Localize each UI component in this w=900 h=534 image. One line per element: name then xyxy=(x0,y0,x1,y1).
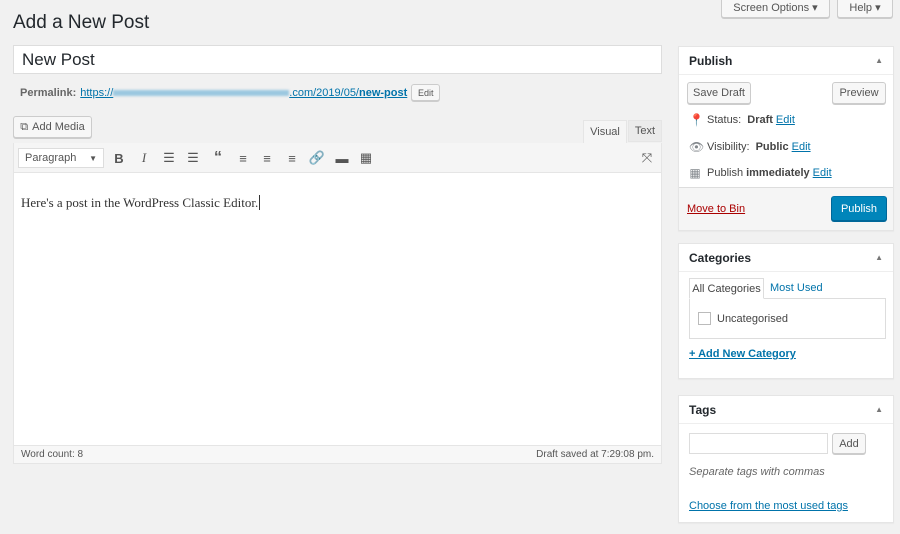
visibility-value: Public xyxy=(755,141,789,153)
choose-tags-link[interactable]: Choose from the most used tags xyxy=(689,500,848,512)
add-tag-button[interactable]: Add xyxy=(832,433,866,454)
tab-all-categories[interactable]: All Categories xyxy=(689,278,764,299)
read-more-icon[interactable]: ▬ xyxy=(334,150,350,166)
help-button[interactable]: Help ▾ xyxy=(837,0,893,18)
screen-options-button[interactable]: Screen Options ▾ xyxy=(721,0,830,18)
publish-box: Publish ▲ Save Draft Preview 📍 Status: Draf… xyxy=(678,46,894,231)
numbered-list-icon[interactable]: ☰ xyxy=(185,150,201,166)
tags-header[interactable]: Tags ▲ xyxy=(679,396,893,424)
collapse-icon[interactable]: ▲ xyxy=(875,56,883,65)
schedule-row: ▦ Publish immediately Edit xyxy=(689,166,832,180)
bold-icon[interactable]: B xyxy=(111,150,127,166)
blurred-domain xyxy=(113,89,290,96)
calendar-icon: ▦ xyxy=(689,166,701,180)
publish-title: Publish xyxy=(689,53,733,68)
tags-hint: Separate tags with commas xyxy=(689,466,825,478)
editor xyxy=(13,143,662,464)
edit-status-link[interactable]: Edit xyxy=(776,114,795,126)
publish-label: Publish xyxy=(707,167,744,179)
content-text: Here's a post in the WordPress Classic E… xyxy=(21,195,259,210)
save-draft-button[interactable]: Save Draft xyxy=(687,82,751,104)
permalink-suffix: .com/2019/05/ xyxy=(289,86,359,99)
collapse-icon[interactable]: ▲ xyxy=(875,253,883,262)
publish-header[interactable]: Publish ▲ xyxy=(679,47,893,75)
editor-status-bar: Word count: 8 Draft saved at 7:29:08 pm. xyxy=(14,445,661,463)
blockquote-icon[interactable]: “ xyxy=(210,149,226,166)
link-icon[interactable]: 🔗 xyxy=(309,150,325,166)
tags-title: Tags xyxy=(689,402,717,417)
eye-icon: 👁 xyxy=(689,140,705,154)
draft-saved-status: Draft saved at 7:29:08 pm. xyxy=(536,449,654,460)
permalink-label: Permalink: xyxy=(20,86,77,99)
italic-icon[interactable]: I xyxy=(136,150,152,166)
bulleted-list-icon[interactable]: ☰ xyxy=(161,150,177,166)
publish-button[interactable]: Publish xyxy=(831,196,887,221)
permalink-slug: new-post xyxy=(359,86,408,99)
publish-actions: Move to Bin Publish xyxy=(679,187,893,230)
category-label: Uncategorised xyxy=(717,312,788,325)
preview-button[interactable]: Preview xyxy=(832,82,886,104)
fullscreen-icon[interactable]: ⤧ xyxy=(639,150,655,166)
media-icon: ⧉ xyxy=(20,120,29,133)
visibility-row: 👁 Visibility: Public Edit xyxy=(689,140,811,154)
post-title-input[interactable]: New Post xyxy=(13,45,662,74)
word-count: Word count: 8 xyxy=(21,449,84,460)
publish-value: immediately xyxy=(746,167,810,179)
categories-header[interactable]: Categories ▲ xyxy=(679,244,893,272)
page-title: Add a New Post xyxy=(13,12,150,33)
permalink-link[interactable]: https:// .com/2019/05/new-post xyxy=(80,87,407,99)
move-to-bin-link[interactable]: Move to Bin xyxy=(687,203,745,215)
categories-box: Categories ▲ Uncategorised All Categories… xyxy=(678,243,894,379)
permalink-edit-button[interactable]: Edit xyxy=(411,84,441,101)
tab-text[interactable]: Text xyxy=(628,120,662,142)
visibility-label: Visibility: xyxy=(707,141,750,153)
align-left-icon[interactable]: ≡ xyxy=(235,150,251,166)
status-value: Draft xyxy=(747,114,773,126)
add-new-category-link[interactable]: + Add New Category xyxy=(689,348,796,360)
align-right-icon[interactable]: ≡ xyxy=(284,150,300,166)
add-media-button[interactable]: ⧉ Add Media xyxy=(13,116,92,138)
toolbar-toggle-icon[interactable]: ▦ xyxy=(358,150,374,166)
tab-visual[interactable]: Visual xyxy=(583,120,627,143)
format-select[interactable]: Paragraph ▼ xyxy=(18,148,104,168)
format-value: Paragraph xyxy=(25,152,77,164)
editor-content[interactable]: Here's a post in the WordPress Classic E… xyxy=(21,195,261,211)
tab-most-used[interactable]: Most Used xyxy=(770,282,823,294)
category-checkbox[interactable] xyxy=(698,312,711,325)
add-media-label: Add Media xyxy=(32,121,85,133)
tags-box: Tags ▲ Add Separate tags with commas Choo… xyxy=(678,395,894,523)
tag-input[interactable] xyxy=(689,433,828,454)
category-list: Uncategorised xyxy=(689,298,886,339)
status-row: 📍 Status: Draft Edit xyxy=(689,113,795,127)
collapse-icon[interactable]: ▲ xyxy=(875,405,883,414)
categories-title: Categories xyxy=(689,250,752,265)
permalink-prefix: https:// xyxy=(80,86,114,99)
status-label: Status: xyxy=(707,114,742,126)
chevron-down-icon: ▼ xyxy=(89,153,97,163)
pin-icon: 📍 xyxy=(689,113,704,127)
permalink: Permalink: https:// .com/2019/05/new-post… xyxy=(20,84,441,101)
edit-schedule-link[interactable]: Edit xyxy=(813,167,832,179)
align-center-icon[interactable]: ≡ xyxy=(259,150,275,166)
edit-visibility-link[interactable]: Edit xyxy=(792,141,811,153)
category-item[interactable]: Uncategorised xyxy=(698,312,788,325)
text-cursor xyxy=(259,195,261,210)
